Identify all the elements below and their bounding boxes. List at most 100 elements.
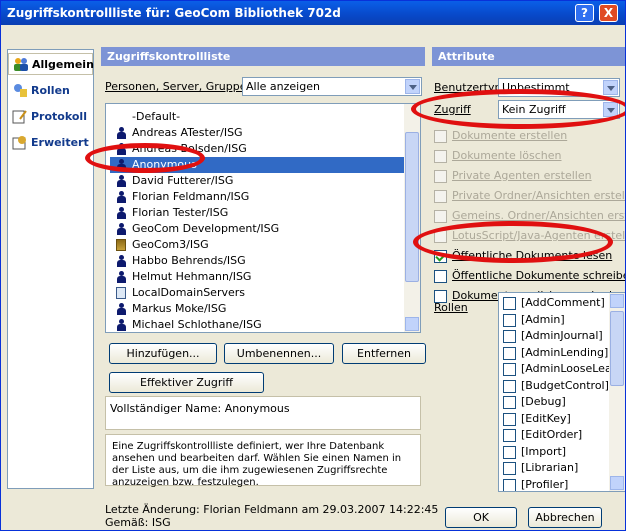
remove-button[interactable]: Entfernen (342, 343, 426, 364)
acl-group-header: Zugriffskontrollliste (101, 47, 425, 66)
group-icon (116, 239, 126, 251)
acl-list-scrollbar[interactable] (404, 104, 420, 332)
checkbox-box[interactable] (503, 478, 516, 491)
checkbox-box[interactable] (434, 170, 447, 183)
checkbox-box[interactable] (434, 190, 447, 203)
role-item[interactable]: [EditOrder] (503, 427, 582, 445)
log-icon (12, 109, 28, 124)
acl-entry[interactable]: GeoCom3/ISG (110, 237, 209, 253)
nav-item-protokoll[interactable]: Protokoll (8, 105, 93, 127)
chevron-down-icon[interactable] (405, 79, 420, 94)
roles-list[interactable]: [AddComment] [Admin] [AdminJournal] [AdminL… (498, 292, 625, 492)
role-item[interactable]: [AdminLooseLea (503, 361, 612, 379)
fullname-panel: Vollständiger Name: Anonymous (105, 396, 421, 430)
role-label: [AdminLending] (521, 345, 609, 359)
acl-entry-label: Andreas ATester/ISG (132, 126, 243, 139)
checkbox-label: Öffentliche Dokumente schreiben (452, 269, 626, 282)
checkbox-box[interactable] (434, 210, 447, 223)
role-item[interactable]: [AddComment] (503, 295, 605, 313)
scroll-up-icon[interactable] (610, 294, 624, 308)
role-item[interactable]: [BudgetControl] (503, 378, 609, 396)
checkbox-box[interactable] (503, 346, 516, 360)
role-item[interactable]: [EditKey] (503, 411, 571, 429)
acl-entry-label: Florian Feldmann/ISG (132, 190, 250, 203)
attribute-checkbox[interactable]: Private Agenten erstellen (434, 169, 592, 185)
checkbox-box[interactable] (503, 379, 516, 393)
rename-button[interactable]: Umbenennen... (224, 343, 334, 364)
info-text: Eine Zugriffskontrollliste definiert, we… (112, 441, 402, 488)
chevron-down-icon[interactable] (603, 80, 618, 95)
acl-group: Zugriffskontrollliste Personen, Server, … (101, 47, 426, 497)
role-item[interactable]: [Librarian] (503, 460, 578, 478)
filter-label: Personen, Server, Gruppen (105, 80, 254, 93)
acl-entry[interactable]: -Default- (110, 109, 180, 125)
checkbox-box[interactable] (434, 270, 447, 283)
role-item[interactable]: [Debug] (503, 394, 566, 412)
checkbox-box[interactable] (503, 297, 516, 310)
scroll-thumb[interactable] (610, 311, 624, 386)
checkbox-box[interactable] (503, 445, 516, 459)
acl-entry-label: -Default- (132, 110, 181, 123)
nav-label: Erweitert (31, 135, 89, 149)
checkbox-box[interactable] (503, 363, 516, 376)
attribute-checkbox[interactable]: Dokumente erstellen (434, 129, 567, 145)
acl-entry[interactable]: Helmut Hehmann/ISG (110, 269, 251, 285)
attribute-checkbox[interactable]: Öffentliche Dokumente schreiben (434, 269, 626, 285)
roles-scrollbar[interactable] (609, 293, 625, 491)
server-icon (116, 287, 126, 299)
acl-entry[interactable]: David Futterer/ISG (110, 173, 233, 189)
checkbox-box[interactable] (503, 330, 516, 343)
role-item[interactable]: [Import] (503, 444, 566, 462)
person-icon (116, 207, 126, 219)
acl-entry-label: Florian Tester/ISG (132, 206, 229, 219)
close-button[interactable]: X (599, 4, 618, 22)
filter-dropdown[interactable]: Alle anzeigen (242, 77, 422, 96)
checkbox-box[interactable] (434, 130, 447, 143)
role-label: [AdminLooseLea (521, 362, 612, 375)
acl-entry[interactable]: GeoCom Development/ISG (110, 221, 279, 237)
checkbox-label: Private Agenten erstellen (452, 169, 592, 182)
add-button[interactable]: Hinzufügen... (109, 343, 217, 364)
checkbox-box[interactable] (503, 313, 516, 327)
person-icon (116, 127, 126, 139)
according-text: Gemäß: ISG (105, 516, 171, 529)
acl-entry[interactable]: Markus Moke/ISG (110, 301, 226, 317)
cancel-button[interactable]: Abbrechen (528, 507, 602, 528)
role-item[interactable]: [AdminJournal] (503, 328, 603, 346)
scroll-thumb[interactable] (405, 132, 419, 282)
role-item[interactable]: [AdminLending] (503, 345, 608, 363)
acl-entry-label: GeoCom Development/ISG (132, 222, 280, 235)
ok-button[interactable]: OK (445, 507, 517, 528)
checkbox-box[interactable] (434, 150, 447, 163)
checkbox-box[interactable] (503, 429, 516, 442)
role-item[interactable]: [Admin] (503, 312, 565, 330)
checkbox-box[interactable] (503, 412, 516, 426)
nav-label: Allgemein (32, 57, 94, 71)
scroll-down-icon[interactable] (405, 317, 419, 331)
nav-item-rollen[interactable]: Rollen (8, 79, 93, 101)
acl-entry-label: GeoCom3/ISG (132, 238, 209, 251)
nav-item-allgemein[interactable]: Allgemein (8, 53, 94, 75)
annotation-ring (411, 89, 625, 129)
acl-entry-list[interactable]: -Default- Andreas ATester/ISG Andreas Bols… (105, 103, 421, 333)
acl-entry-label: Helmut Hehmann/ISG (132, 270, 252, 283)
attribute-checkbox[interactable]: Dokumente löschen (434, 149, 562, 165)
acl-entry[interactable]: Florian Tester/ISG (110, 205, 228, 221)
checkbox-box[interactable] (503, 462, 516, 475)
roles-label: Rollen (434, 301, 468, 314)
effective-access-button[interactable]: Effektiver Zugriff (109, 372, 264, 393)
help-button[interactable]: ? (575, 4, 594, 22)
checkbox-box[interactable] (503, 396, 516, 409)
acl-entry[interactable]: Habbo Behrends/ISG (110, 253, 246, 269)
acl-entry[interactable]: Florian Feldmann/ISG (110, 189, 249, 205)
attribute-checkbox[interactable]: Private Ordner/Ansichten erstellen (434, 189, 625, 205)
info-panel: Eine Zugriffskontrollliste definiert, we… (105, 434, 421, 488)
role-item[interactable]: [Profiler] (503, 477, 568, 491)
acl-entry[interactable]: Michael Schlothane/ISG (110, 317, 262, 332)
scroll-down-icon[interactable] (610, 476, 624, 490)
acl-entry[interactable]: LocalDomainServers (110, 285, 245, 301)
acl-entry[interactable]: Andreas ATester/ISG (110, 125, 243, 141)
acl-entry-label: David Futterer/ISG (132, 174, 234, 187)
role-label: [BudgetControl] (521, 378, 609, 392)
nav-item-erweitert[interactable]: Erweitert (8, 131, 93, 153)
